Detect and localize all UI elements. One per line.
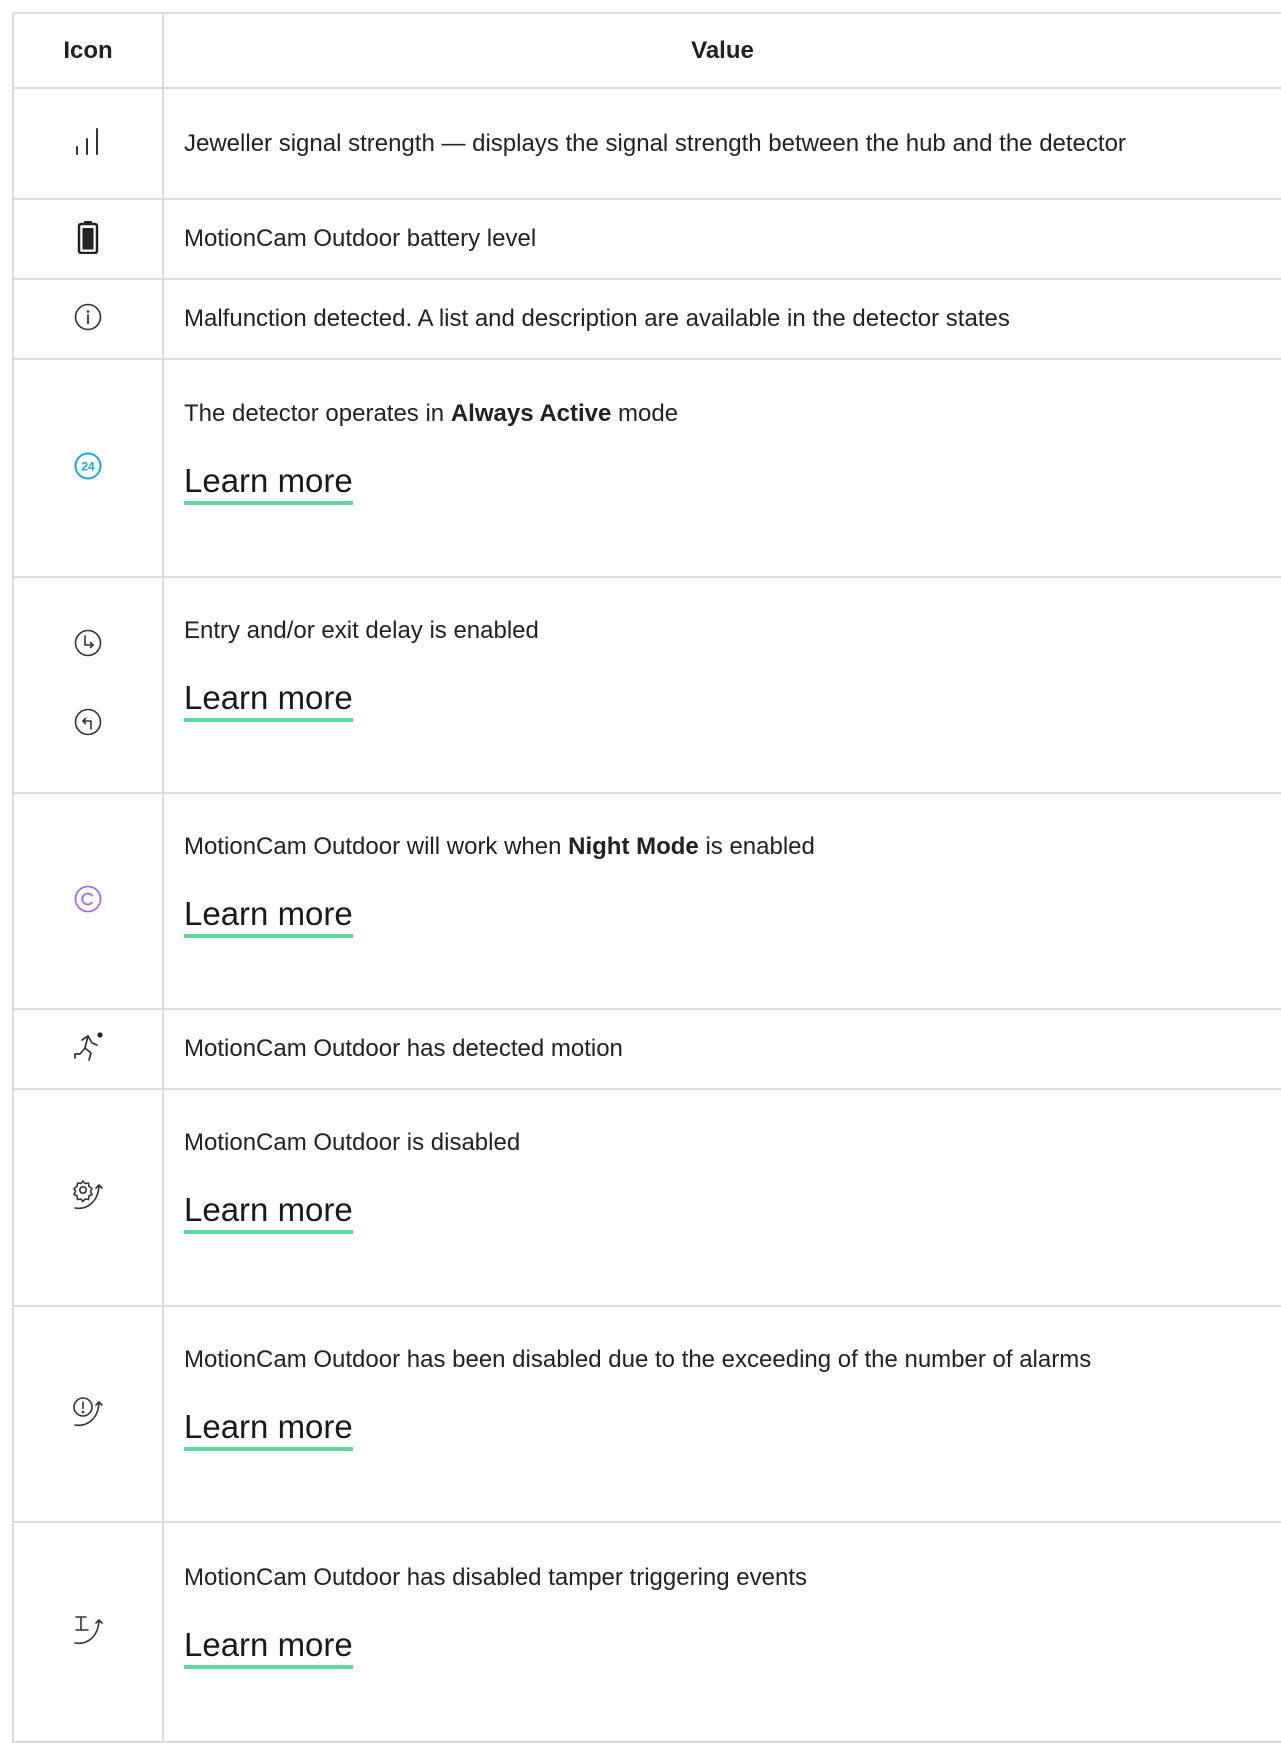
exit-delay-icon — [73, 707, 103, 742]
row-text: Malfunction detected. A list and descrip… — [184, 305, 1010, 332]
table-header-row: Icon Value — [12, 12, 1281, 89]
icon-cell — [12, 792, 164, 1010]
row-text-part: The detector operates in — [184, 399, 451, 427]
learn-more-link[interactable]: Learn more — [184, 678, 353, 722]
icon-cell — [12, 576, 164, 794]
learn-more-link[interactable]: Learn more — [184, 1190, 353, 1234]
row-text: MotionCam Outdoor has been disabled due … — [184, 1345, 1092, 1373]
value-cell: MotionCam Outdoor battery level — [162, 198, 1281, 280]
value-cell: Jeweller signal strength — displays the … — [162, 87, 1281, 200]
value-cell: MotionCam Outdoor is disabled Learn more — [162, 1088, 1281, 1307]
icon-cell — [12, 1305, 164, 1523]
value-cell: The detector operates in Always Active m… — [162, 358, 1281, 578]
device-disabled-icon — [69, 1178, 107, 1217]
row-text: The detector operates in Always Active m… — [184, 393, 1259, 435]
icon-cell — [12, 1088, 164, 1307]
always-active-24-icon: 24 — [73, 451, 103, 486]
icon-cell — [12, 1008, 164, 1090]
info-icon — [73, 302, 103, 337]
row-text: MotionCam Outdoor has disabled tamper tr… — [184, 1563, 807, 1591]
night-mode-icon — [73, 884, 103, 919]
table-row: 24 The detector operates in Always Activ… — [12, 358, 1281, 578]
table-row: MotionCam Outdoor will work when Night M… — [12, 792, 1281, 1010]
icon-cell — [12, 87, 164, 200]
header-value: Value — [162, 12, 1281, 89]
always-active-24-label: 24 — [81, 459, 95, 473]
table-row: Jeweller signal strength — displays the … — [12, 87, 1281, 200]
header-icon: Icon — [12, 12, 164, 89]
learn-more-link[interactable]: Learn more — [184, 894, 353, 938]
table-row: MotionCam Outdoor has been disabled due … — [12, 1305, 1281, 1523]
value-cell: MotionCam Outdoor has detected motion — [162, 1008, 1281, 1090]
battery-icon — [77, 220, 99, 259]
value-cell: Entry and/or exit delay is enabled Learn… — [162, 576, 1281, 794]
icon-cell — [12, 198, 164, 280]
value-cell: MotionCam Outdoor will work when Night M… — [162, 792, 1281, 1010]
icon-cell — [12, 278, 164, 360]
signal-strength-icon — [72, 125, 104, 162]
table-row: MotionCam Outdoor is disabled Learn more — [12, 1088, 1281, 1307]
row-text: MotionCam Outdoor will work when Night M… — [184, 826, 1259, 868]
table-row: MotionCam Outdoor has detected motion — [12, 1008, 1281, 1090]
value-cell: MotionCam Outdoor has been disabled due … — [162, 1305, 1281, 1523]
table-row: Malfunction detected. A list and descrip… — [12, 278, 1281, 360]
row-text-part: MotionCam Outdoor will work when — [184, 832, 569, 860]
row-text: MotionCam Outdoor has detected motion — [184, 1035, 623, 1062]
table-row: MotionCam Outdoor has disabled tamper tr… — [12, 1521, 1281, 1743]
motion-detected-icon — [70, 1029, 106, 1070]
row-text-part: is enabled — [698, 832, 815, 860]
icon-legend-table: Icon Value Jeweller signal strength — di… — [12, 12, 1281, 1743]
tamper-disabled-icon — [69, 1613, 107, 1652]
learn-more-link[interactable]: Learn more — [184, 461, 353, 505]
row-text: MotionCam Outdoor battery level — [184, 225, 537, 252]
table-row: MotionCam Outdoor battery level — [12, 198, 1281, 280]
icon-cell — [12, 1521, 164, 1743]
table-row: Entry and/or exit delay is enabled Learn… — [12, 576, 1281, 794]
learn-more-link[interactable]: Learn more — [184, 1407, 353, 1451]
icon-cell: 24 — [12, 358, 164, 578]
row-text: Entry and/or exit delay is enabled — [184, 616, 539, 644]
row-text-part: mode — [611, 399, 679, 427]
alarms-exceeded-disabled-icon — [69, 1395, 107, 1434]
row-text: Jeweller signal strength — displays the … — [184, 129, 1126, 157]
row-text-bold: Always Active — [450, 399, 612, 427]
learn-more-link[interactable]: Learn more — [184, 1625, 353, 1669]
row-text-bold: Night Mode — [568, 832, 699, 860]
value-cell: Malfunction detected. A list and descrip… — [162, 278, 1281, 360]
icon-legend-table-wrapper: Icon Value Jeweller signal strength — di… — [12, 12, 1281, 1743]
value-cell: MotionCam Outdoor has disabled tamper tr… — [162, 1521, 1281, 1743]
row-text: MotionCam Outdoor is disabled — [184, 1129, 521, 1156]
entry-delay-icon — [73, 628, 103, 663]
